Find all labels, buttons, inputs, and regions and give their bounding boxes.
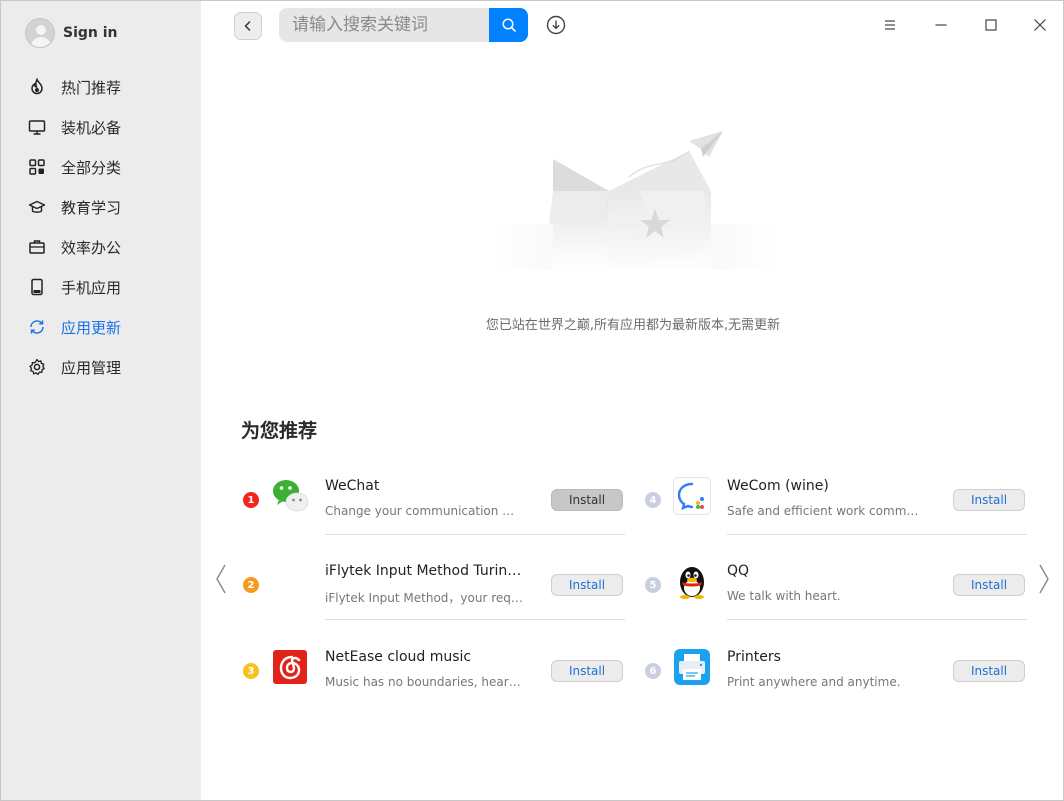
install-button[interactable]: Install	[551, 574, 623, 596]
recommend-title: 为您推荐	[241, 420, 318, 442]
app-description: iFlytek Input Method，your requi…	[325, 591, 523, 605]
install-button[interactable]: Install	[551, 489, 623, 511]
avatar	[25, 18, 55, 48]
download-manager-button[interactable]	[546, 15, 566, 35]
sidebar-item-manage[interactable]: 应用管理	[1, 347, 201, 387]
app-description: Safe and efficient work communi…	[727, 504, 925, 518]
app-name: iFlytek Input Method Turing …	[325, 563, 525, 579]
rank-badge: 2	[243, 577, 259, 593]
close-button[interactable]	[1030, 15, 1050, 35]
rank-badge: 5	[645, 577, 661, 593]
back-button[interactable]	[234, 12, 262, 40]
divider	[325, 534, 625, 535]
app-card-printers[interactable]: 6 Printers Print anywhere and anytime. I…	[645, 640, 1027, 706]
sidebar-item-label: 装机必备	[61, 118, 122, 137]
sidebar-item-label: 应用管理	[61, 358, 122, 377]
minimize-icon	[935, 24, 947, 26]
maximize-button[interactable]	[981, 15, 1001, 35]
app-card-wecom[interactable]: 4 WeCom (wine) Safe and efficient work c…	[645, 469, 1027, 535]
graduation-cap-icon	[27, 197, 47, 217]
close-icon	[1034, 19, 1046, 31]
app-card-iflytek[interactable]: 2 iFlytek Input Method Turing … iFlytek …	[243, 554, 625, 620]
sidebar-item-label: 热门推荐	[61, 78, 122, 97]
app-description: We talk with heart.	[727, 589, 841, 603]
app-card-netease-music[interactable]: 3 NetEase cloud music Music has no bound…	[243, 640, 625, 706]
app-name: WeChat	[325, 478, 380, 494]
app-description: Music has no boundaries, hear g…	[325, 675, 523, 689]
refresh-icon	[27, 317, 47, 337]
sidebar-item-label: 手机应用	[61, 278, 122, 297]
sidebar-item-mobile[interactable]: 手机应用	[1, 267, 201, 307]
sign-in-label: Sign in	[63, 25, 118, 41]
sidebar-item-essentials[interactable]: 装机必备	[1, 107, 201, 147]
app-description: Print anywhere and anytime.	[727, 675, 901, 689]
search-icon	[501, 18, 516, 32]
install-button[interactable]: Install	[953, 574, 1025, 596]
qq-penguin-icon	[673, 562, 711, 600]
search-button[interactable]	[489, 8, 528, 42]
empty-state-message: 您已站在世界之巅,所有应用都为最新版本,无需更新	[485, 318, 781, 333]
install-button[interactable]: Install	[953, 660, 1025, 682]
divider	[727, 534, 1027, 535]
install-button[interactable]: Install	[551, 660, 623, 682]
wechat-logo-icon	[271, 477, 309, 515]
sidebar-item-label: 应用更新	[61, 318, 122, 337]
app-name: Printers	[727, 649, 781, 665]
app-name: NetEase cloud music	[325, 649, 472, 665]
monitor-icon	[27, 117, 47, 137]
install-button[interactable]: Install	[953, 489, 1025, 511]
search-box	[279, 8, 528, 42]
sidebar-item-label: 全部分类	[61, 158, 122, 177]
sidebar-item-hot[interactable]: 热门推荐	[1, 67, 201, 107]
sidebar-item-office[interactable]: 效率办公	[1, 227, 201, 267]
app-store-window: Sign in 热门推荐 装机必备 全部分类 教育学习 效率办公 手机应用 应用…	[0, 0, 1064, 801]
download-icon	[546, 15, 566, 35]
sidebar-item-education[interactable]: 教育学习	[1, 187, 201, 227]
briefcase-icon	[27, 237, 47, 257]
app-name: WeCom (wine)	[727, 478, 829, 494]
sidebar: Sign in 热门推荐 装机必备 全部分类 教育学习 效率办公 手机应用 应用…	[1, 1, 201, 800]
empty-box-illustration	[489, 129, 779, 274]
prev-page-button[interactable]	[214, 563, 228, 595]
next-page-button[interactable]	[1037, 563, 1051, 595]
netease-music-logo-icon	[271, 648, 309, 686]
hamburger-menu-icon	[885, 20, 895, 30]
app-description: Change your communication way.	[325, 504, 523, 518]
printer-icon	[673, 648, 711, 686]
chevron-right-icon	[1039, 564, 1049, 594]
rank-badge: 1	[243, 492, 259, 508]
maximize-icon	[985, 19, 997, 31]
sidebar-nav: 热门推荐 装机必备 全部分类 教育学习 效率办公 手机应用 应用更新 应用管理	[1, 67, 201, 387]
chevron-left-icon	[244, 21, 251, 31]
flame-icon	[27, 77, 47, 97]
sidebar-item-categories[interactable]: 全部分类	[1, 147, 201, 187]
sidebar-item-label: 教育学习	[61, 198, 122, 217]
grid-icon	[27, 157, 47, 177]
chevron-left-icon	[216, 564, 226, 594]
sign-in-button[interactable]: Sign in	[25, 17, 118, 49]
wecom-logo-icon	[673, 477, 711, 515]
phone-icon	[27, 277, 47, 297]
minimize-button[interactable]	[931, 15, 951, 35]
rank-badge: 3	[243, 663, 259, 679]
iflytek-logo-icon	[271, 562, 309, 600]
gear-icon	[27, 357, 47, 377]
app-card-qq[interactable]: 5 QQ We talk with heart. Install	[645, 554, 1027, 620]
menu-button[interactable]	[880, 15, 900, 35]
app-name: QQ	[727, 563, 750, 579]
app-card-wechat[interactable]: 1 WeChat Change your communication way. …	[243, 469, 625, 535]
sidebar-item-label: 效率办公	[61, 238, 122, 257]
divider	[325, 619, 625, 620]
divider	[727, 619, 1027, 620]
rank-badge: 6	[645, 663, 661, 679]
rank-badge: 4	[645, 492, 661, 508]
search-input[interactable]	[279, 8, 489, 42]
sidebar-item-updates[interactable]: 应用更新	[1, 307, 201, 347]
